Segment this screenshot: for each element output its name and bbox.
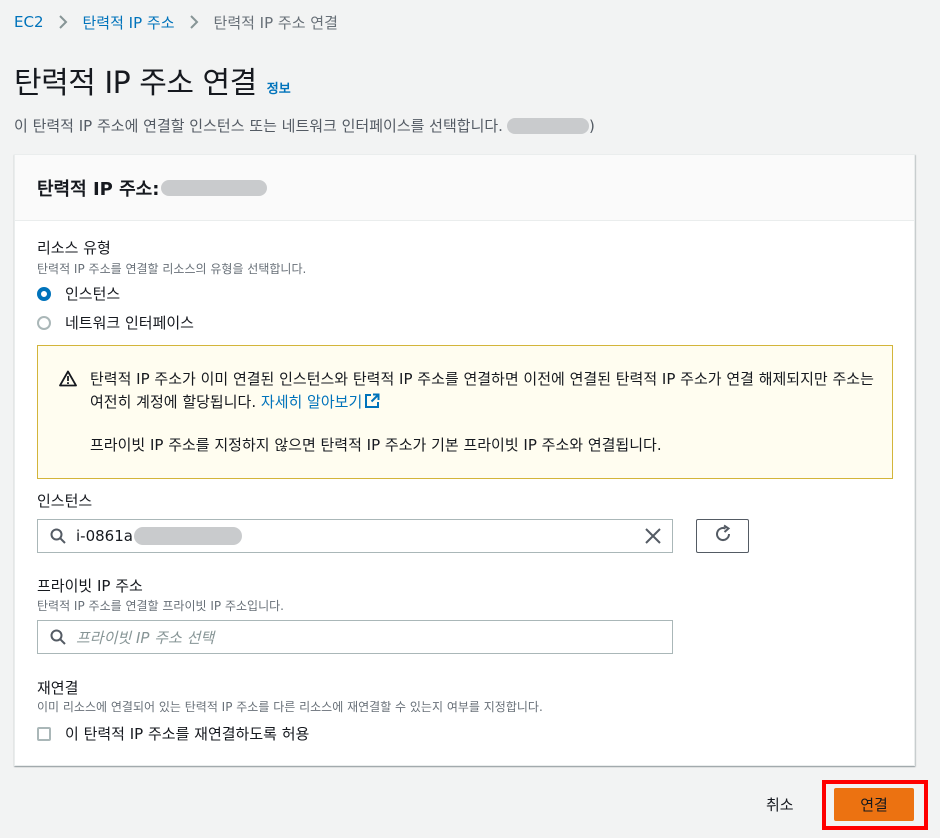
private-ip-placeholder: 프라이빗 IP 주소 선택 bbox=[76, 628, 215, 647]
alert-message-secondary: 프라이빗 IP 주소를 지정하지 않으면 탄력적 IP 주소가 기본 프라이빗 … bbox=[90, 436, 662, 454]
chevron-right-icon bbox=[189, 15, 199, 29]
instance-label: 인스턴스 bbox=[37, 492, 93, 510]
page-description-text: 이 탄력적 IP 주소에 연결할 인스턴스 또는 네트워크 인터페이스를 선택합… bbox=[14, 117, 503, 135]
private-ip-description: 탄력적 IP 주소를 연결할 프라이빗 IP 주소입니다. bbox=[37, 599, 284, 613]
radio-instance[interactable]: 인스턴스 bbox=[37, 283, 120, 304]
radio-network-interface[interactable]: 네트워크 인터페이스 bbox=[37, 312, 194, 333]
cancel-button[interactable]: 취소 bbox=[766, 794, 794, 815]
breadcrumb: EC2 탄력적 IP 주소 탄력적 IP 주소 연결 bbox=[14, 10, 338, 34]
reassociation-label: 재연결 bbox=[37, 679, 79, 697]
search-icon bbox=[50, 629, 66, 645]
panel-title: 탄력적 IP 주소: bbox=[37, 178, 160, 200]
resource-type-label: 리소스 유형 bbox=[37, 239, 111, 257]
resource-type-description: 탄력적 IP 주소를 연결할 리소스의 유형을 선택합니다. bbox=[37, 262, 307, 276]
breadcrumb-elastic-ip[interactable]: 탄력적 IP 주소 bbox=[83, 12, 175, 33]
external-link-icon bbox=[364, 393, 380, 416]
reassociation-checkbox-row[interactable]: 이 탄력적 IP 주소를 재연결하도록 허용 bbox=[37, 723, 309, 744]
instance-value: i-0861a bbox=[76, 527, 133, 545]
reassociation-checkbox-label: 이 탄력적 IP 주소를 재연결하도록 허용 bbox=[65, 725, 310, 743]
breadcrumb-current: 탄력적 IP 주소 연결 bbox=[213, 13, 338, 32]
search-icon bbox=[50, 528, 66, 544]
refresh-button[interactable] bbox=[696, 519, 749, 553]
breadcrumb-ec2[interactable]: EC2 bbox=[14, 13, 44, 31]
page-title: 탄력적 IP 주소 연결 bbox=[14, 66, 257, 101]
associate-button[interactable]: 연결 bbox=[834, 788, 914, 821]
warning-alert: 탄력적 IP 주소가 이미 연결된 인스턴스와 탄력적 IP 주소를 연결하면 … bbox=[37, 345, 893, 479]
learn-more-link[interactable]: 자세히 알아보기 bbox=[261, 393, 380, 411]
page-description-suffix: ) bbox=[588, 116, 595, 135]
redacted-address bbox=[506, 117, 589, 134]
chevron-right-icon bbox=[58, 15, 68, 29]
learn-more-label: 자세히 알아보기 bbox=[260, 393, 363, 411]
instance-search-input[interactable]: i-0861a bbox=[37, 519, 673, 553]
panel-header: 탄력적 IP 주소: bbox=[15, 155, 914, 221]
reassociation-checkbox[interactable] bbox=[37, 726, 51, 741]
radio-instance-label: 인스턴스 bbox=[65, 285, 121, 303]
alert-message-text: 탄력적 IP 주소가 이미 연결된 인스턴스와 탄력적 IP 주소를 연결하면 … bbox=[90, 370, 874, 411]
radio-network-interface-label: 네트워크 인터페이스 bbox=[65, 314, 194, 332]
redacted-elastic-ip bbox=[161, 179, 268, 196]
private-ip-label: 프라이빗 IP 주소 bbox=[37, 577, 143, 595]
warning-icon bbox=[59, 370, 77, 391]
refresh-icon bbox=[713, 524, 733, 548]
reassociation-description: 이미 리소스에 연결되어 있는 탄력적 IP 주소를 다른 리소스에 재연결할 … bbox=[37, 700, 543, 714]
redacted-instance-id bbox=[133, 527, 242, 545]
page-header: 탄력적 IP 주소 연결 정보 bbox=[14, 58, 291, 102]
page-description: 이 탄력적 IP 주소에 연결할 인스턴스 또는 네트워크 인터페이스를 선택합… bbox=[14, 115, 595, 136]
radio-instance-button[interactable] bbox=[37, 286, 51, 301]
clear-icon[interactable] bbox=[644, 527, 662, 549]
association-panel: 탄력적 IP 주소: 리소스 유형 탄력적 IP 주소를 연결할 리소스의 유형… bbox=[14, 154, 915, 766]
alert-message: 탄력적 IP 주소가 이미 연결된 인스턴스와 탄력적 IP 주소를 연결하면 … bbox=[90, 368, 880, 416]
radio-network-interface-button[interactable] bbox=[37, 315, 51, 330]
info-link[interactable]: 정보 bbox=[267, 78, 291, 97]
private-ip-select[interactable]: 프라이빗 IP 주소 선택 bbox=[37, 620, 673, 654]
